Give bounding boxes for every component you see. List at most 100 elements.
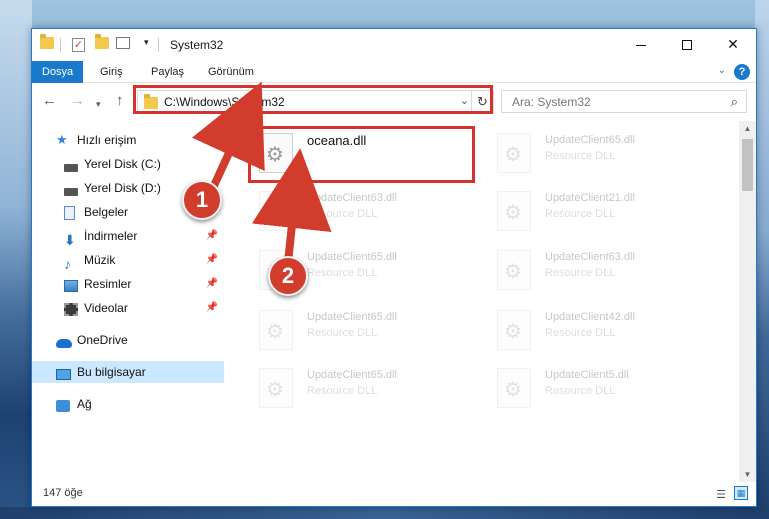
ribbon: Dosya Giriş Paylaş Görünüm ⌄ ? — [32, 61, 756, 83]
help-icon[interactable]: ? — [734, 64, 750, 80]
item-count: 147 öğe — [43, 487, 83, 499]
sidebar-item-label: İndirmeler — [84, 229, 138, 243]
sidebar-item-disk-c[interactable]: Yerel Disk (C:) — [32, 153, 224, 175]
new-folder-icon[interactable] — [95, 34, 109, 51]
dll-file-icon — [497, 191, 531, 231]
file-name: UpdateClient63.dll — [545, 251, 635, 263]
title-separator-2 — [158, 38, 159, 52]
properties-check-icon[interactable]: ✓ — [72, 37, 86, 52]
step-1-callout: 1 — [182, 180, 222, 220]
dll-file-icon — [259, 191, 293, 231]
file-type: Resource DLL — [307, 385, 378, 397]
cloud-icon — [56, 333, 72, 348]
desktop-background-left — [0, 0, 32, 519]
expand-ribbon-icon[interactable]: ⌄ — [718, 65, 726, 76]
sidebar-item-label: Ağ — [77, 397, 92, 411]
document-icon — [64, 205, 78, 220]
sidebar-item-label: Belgeler — [84, 205, 129, 219]
title-separator — [60, 38, 61, 52]
music-icon: ♪ — [64, 256, 71, 272]
file-item[interactable]: UpdateClient63.dll Resource DLL — [251, 186, 477, 240]
sidebar-item-label: Müzik — [84, 253, 116, 267]
explorer-window: ✓ ▾ System32 ✕ Dosya Giriş Paylaş Görünü… — [31, 28, 757, 507]
sidebar-item-music[interactable]: ♪ Müzik 📌 — [32, 249, 224, 272]
scroll-down-icon[interactable]: ▼ — [739, 467, 756, 483]
file-name: UpdateClient42.dll — [545, 311, 635, 323]
recent-locations-icon[interactable]: ▾ — [96, 96, 101, 112]
star-icon: ★ — [56, 132, 68, 147]
file-name: UpdateClient65.dll — [307, 311, 397, 323]
status-bar: 147 öğe ☰ ▦ — [32, 482, 756, 506]
sidebar-item-onedrive[interactable]: OneDrive — [32, 329, 224, 351]
large-icons-view-icon[interactable]: ▦ — [734, 486, 748, 500]
sidebar-item-videos[interactable]: Videolar 📌 — [32, 297, 224, 319]
file-item[interactable]: UpdateClient21.dll Resource DLL — [489, 186, 715, 240]
file-item[interactable]: UpdateClient65.dll Resource DLL — [489, 128, 715, 182]
file-item[interactable]: UpdateClient65.dll Resource DLL — [251, 305, 477, 359]
file-item[interactable]: UpdateClient5.dll Resource DLL — [489, 363, 715, 417]
maximize-button[interactable] — [664, 29, 710, 59]
file-type: Resource DLL — [545, 385, 616, 397]
file-type: Resource DLL — [307, 267, 378, 279]
network-icon — [56, 397, 70, 412]
file-item[interactable]: UpdateClient42.dll Resource DLL — [489, 305, 715, 359]
sidebar-item-this-pc[interactable]: Bu bilgisayar — [32, 361, 224, 383]
tab-dosya[interactable]: Dosya — [32, 61, 84, 83]
search-box[interactable]: Ara: System32 ⌕ — [501, 90, 747, 113]
file-item[interactable]: UpdateClient65.dll Resource DLL — [251, 363, 477, 417]
file-name: UpdateClient21.dll — [545, 192, 635, 204]
dll-file-icon — [259, 368, 293, 408]
sidebar-item-label: Bu bilgisayar — [77, 365, 146, 379]
quick-access-dropdown-icon[interactable]: ▾ — [144, 37, 149, 48]
dll-file-icon — [259, 310, 293, 350]
minimize-button[interactable] — [618, 29, 664, 59]
file-type: Resource DLL — [545, 267, 616, 279]
file-type: Resource DLL — [307, 208, 378, 220]
tab-paylas[interactable]: Paylaş — [141, 61, 194, 83]
pin-icon[interactable]: 📌 — [206, 225, 218, 247]
scroll-up-icon[interactable]: ▲ — [739, 121, 756, 137]
file-name: UpdateClient65.dll — [307, 369, 397, 381]
search-icon[interactable]: ⌕ — [731, 94, 738, 110]
customize-icon[interactable] — [116, 37, 130, 51]
forward-arrow-icon[interactable]: → — [70, 93, 85, 109]
file-highlight-box — [248, 126, 475, 183]
sidebar-item-label: Videolar — [84, 301, 128, 315]
desktop-background-right — [755, 0, 769, 519]
desktop-background-bottom — [0, 507, 769, 519]
sidebar-item-quick-access[interactable]: ★ Hızlı erişim — [32, 129, 224, 151]
file-name: UpdateClient65.dll — [307, 251, 397, 263]
step-2-callout: 2 — [268, 256, 308, 296]
video-icon — [64, 301, 78, 316]
tab-gorunum[interactable]: Görünüm — [198, 61, 264, 83]
file-name: UpdateClient63.dll — [307, 192, 397, 204]
pin-icon[interactable]: 📌 — [206, 273, 218, 295]
sidebar-item-downloads[interactable]: ⬇ İndirmeler 📌 — [32, 225, 224, 248]
scroll-thumb[interactable] — [742, 139, 753, 191]
dll-file-icon — [497, 310, 531, 350]
file-item[interactable]: UpdateClient63.dll Resource DLL — [489, 245, 715, 299]
vertical-scrollbar[interactable]: ▲ ▼ — [739, 121, 756, 483]
up-arrow-icon[interactable]: ↑ — [116, 93, 124, 109]
dll-file-icon — [497, 133, 531, 173]
sidebar-item-pictures[interactable]: Resimler 📌 — [32, 273, 224, 295]
back-arrow-icon[interactable]: ← — [42, 93, 57, 109]
file-type: Resource DLL — [307, 327, 378, 339]
sidebar-item-label: Hızlı erişim — [77, 133, 137, 147]
sidebar-item-network[interactable]: Ağ — [32, 393, 224, 415]
picture-icon — [64, 277, 78, 292]
file-name: UpdateClient5.dll — [545, 369, 629, 381]
file-type: Resource DLL — [545, 208, 616, 220]
pin-icon[interactable]: 📌 — [206, 297, 218, 319]
details-view-icon[interactable]: ☰ — [716, 488, 726, 501]
tab-giris[interactable]: Giriş — [90, 61, 133, 83]
window-title: System32 — [170, 38, 224, 52]
pin-icon[interactable]: 📌 — [206, 249, 218, 271]
address-highlight-box — [133, 85, 493, 114]
navigation-pane: ★ Hızlı erişim Yerel Disk (C:) Yerel Dis… — [32, 125, 228, 485]
sidebar-item-label: Yerel Disk (D:) — [84, 181, 161, 195]
sidebar-item-label: OneDrive — [77, 333, 128, 347]
sidebar-item-label: Resimler — [84, 277, 132, 291]
close-button[interactable]: ✕ — [710, 29, 756, 59]
dll-file-icon — [497, 368, 531, 408]
